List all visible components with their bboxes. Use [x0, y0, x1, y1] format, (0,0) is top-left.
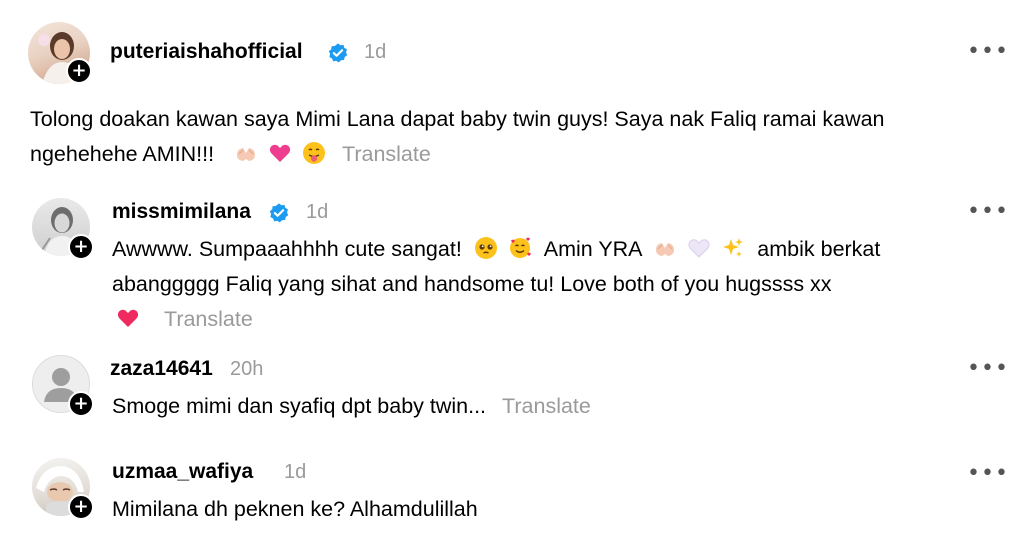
- comment-line1: Smoge mimi dan syafiq dpt baby twin...: [112, 394, 487, 418]
- folded-hands-icon: [656, 243, 675, 256]
- more-options-icon[interactable]: •••: [967, 41, 1009, 63]
- comment-time: 20h: [230, 358, 264, 380]
- pleading-face-icon: [474, 237, 497, 259]
- follow-plus-icon[interactable]: +: [68, 494, 94, 520]
- post-username[interactable]: puteriaishahofficial: [110, 40, 303, 64]
- comment-text: Awwww. Sumpaaahhhh cute sangat! Amin YRA: [112, 232, 1002, 337]
- comment-line1-c: ambik berkat: [757, 237, 881, 261]
- comment-time: 1d: [284, 461, 307, 483]
- post-caption-line2: ngehehehe AMIN!!! Translate: [30, 137, 1010, 172]
- post-time: 1d: [364, 41, 387, 63]
- folded-hands-icon: [237, 148, 256, 161]
- comment-translate-link[interactable]: Translate: [502, 394, 591, 418]
- more-options-icon[interactable]: •••: [967, 201, 1009, 223]
- comment-username[interactable]: missmimilana: [112, 200, 251, 224]
- white-heart-icon: [688, 239, 710, 258]
- follow-plus-icon[interactable]: +: [68, 391, 94, 417]
- tongue-face-icon: [303, 142, 326, 164]
- comment-time: 1d: [306, 201, 329, 223]
- comment-line1-b: Amin YRA: [543, 237, 642, 261]
- comment-translate-link[interactable]: Translate: [164, 307, 253, 331]
- pink-heart-icon: [269, 144, 291, 162]
- verified-badge-icon: [328, 43, 348, 63]
- verified-badge-icon: [269, 203, 289, 223]
- comment-username[interactable]: uzmaa_wafiya: [112, 460, 253, 484]
- post-translate-link[interactable]: Translate: [342, 142, 431, 166]
- post-caption-line1: Tolong doakan kawan saya Mimi Lana dapat…: [30, 107, 885, 131]
- comment-username[interactable]: zaza14641: [110, 357, 213, 381]
- comment-avatar[interactable]: +: [32, 458, 94, 520]
- post-caption: Tolong doakan kawan saya Mimi Lana dapat…: [30, 102, 1010, 172]
- comment-avatar[interactable]: +: [32, 198, 94, 260]
- smiling-face-hearts-icon: [509, 237, 531, 258]
- post-caption-line2-text: ngehehehe AMIN!!!: [30, 142, 215, 166]
- more-options-icon[interactable]: •••: [967, 463, 1009, 485]
- comment-line1: Awwww. Sumpaaahhhh cute sangat! Amin YRA: [112, 232, 1002, 267]
- comment-line2: abanggggg Faliq yang sihat and handsome …: [112, 272, 832, 296]
- red-heart-icon: [117, 309, 139, 327]
- post-avatar[interactable]: +: [28, 22, 92, 84]
- comment-avatar[interactable]: +: [32, 355, 94, 417]
- comment-text: Smoge mimi dan syafiq dpt baby twin... T…: [112, 389, 1002, 424]
- comment-line1: Mimilana dh peknen ke? Alhamdulillah: [112, 497, 478, 521]
- follow-plus-icon[interactable]: +: [66, 58, 92, 84]
- follow-plus-icon[interactable]: +: [68, 234, 94, 260]
- comment-text: Mimilana dh peknen ke? Alhamdulillah: [112, 492, 1002, 527]
- comment-line3: Translate: [112, 302, 1002, 337]
- more-options-icon[interactable]: •••: [967, 358, 1009, 380]
- sparkles-icon: [723, 238, 744, 257]
- comment-line1-a: Awwww. Sumpaaahhhh cute sangat!: [112, 237, 462, 261]
